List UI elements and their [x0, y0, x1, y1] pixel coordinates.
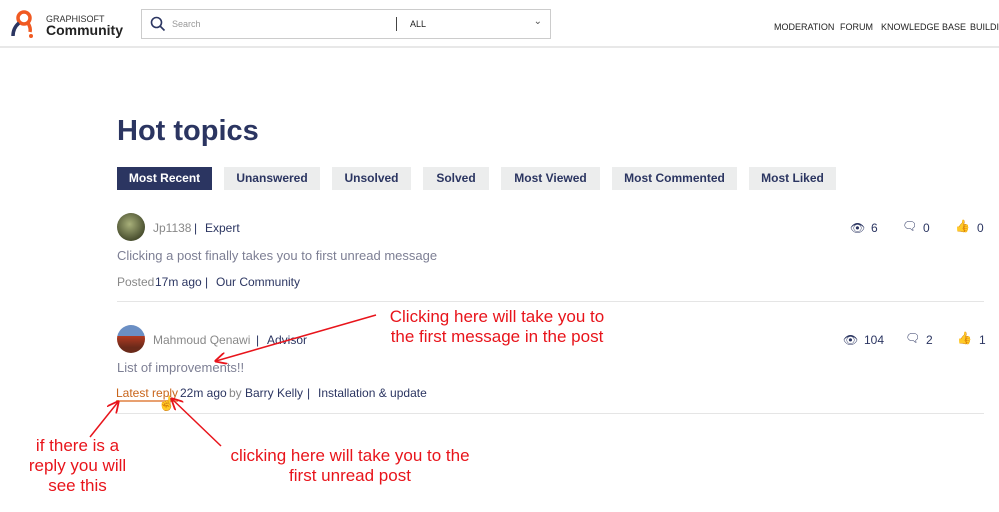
cursor-hand-icon: ☝ [158, 395, 176, 411]
annotation-line: the first message in the post [390, 327, 604, 346]
annotation-line: first unread post [289, 466, 411, 485]
annotation-line: if there is a [35, 436, 120, 455]
annotation-reply-info: if there is a reply you will see this [15, 436, 140, 496]
annotation-line: see this [48, 476, 107, 495]
annotation-line: clicking here will take you to the [230, 446, 470, 465]
annotation-line: Clicking here will take you to [389, 307, 605, 326]
annotation-arrows [89, 314, 377, 447]
annotation-unread-post: clicking here will take you to the first … [215, 446, 485, 486]
annotation-line: reply you will [28, 456, 127, 475]
annotation-first-message: Clicking here will take you to the first … [372, 307, 622, 347]
